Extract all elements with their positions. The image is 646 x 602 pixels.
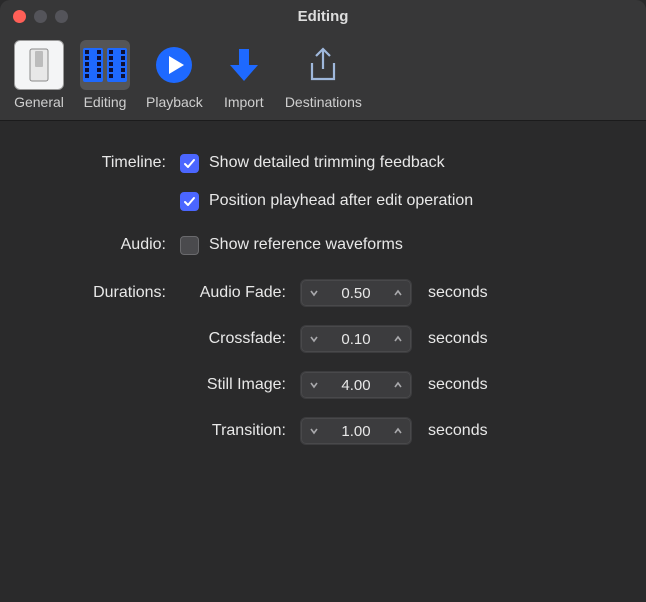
checkbox-reference-waveforms-label: Show reference waveforms [209,236,403,254]
checkbox-position-playhead-label: Position playhead after edit operation [209,192,473,210]
crossfade-stepper[interactable]: 0.10 [300,325,412,353]
transition-label: Transition: [0,422,292,440]
audio-fade-label: Audio Fade: [172,284,292,302]
tab-general[interactable]: General [14,40,64,110]
audio-fade-unit: seconds [428,284,488,302]
checkbox-detailed-trimming-label: Show detailed trimming feedback [209,154,445,172]
transition-stepper[interactable]: 1.00 [300,417,412,445]
transition-value: 1.00 [327,423,385,440]
checkbox-reference-waveforms[interactable] [180,236,199,255]
chevron-up-icon[interactable] [385,288,411,298]
window-title: Editing [0,0,646,34]
tab-playback[interactable]: Playback [146,40,203,110]
close-window-button[interactable] [13,10,26,23]
crossfade-value: 0.10 [327,331,385,348]
crossfade-unit: seconds [428,330,488,348]
zoom-window-button[interactable] [55,10,68,23]
still-image-unit: seconds [428,376,488,394]
transition-unit: seconds [428,422,488,440]
chevron-up-icon[interactable] [385,380,411,390]
preferences-toolbar: General Editing Playback [0,34,646,120]
title-bar: Editing [0,0,646,34]
tab-general-label: General [14,94,64,110]
tab-editing[interactable]: Editing [80,40,130,110]
checkbox-position-playhead[interactable] [180,192,199,211]
destinations-icon [298,40,348,90]
audio-label: Audio: [0,236,172,254]
durations-label: Durations: [0,284,172,302]
crossfade-label: Crossfade: [0,330,292,348]
audio-fade-stepper[interactable]: 0.50 [300,279,412,307]
checkbox-detailed-trimming[interactable] [180,154,199,173]
still-image-label: Still Image: [0,376,292,394]
playback-icon [149,40,199,90]
chevron-up-icon[interactable] [385,426,411,436]
editing-icon [80,40,130,90]
chevron-down-icon[interactable] [301,380,327,390]
settings-content: Timeline: Show detailed trimming feedbac… [0,120,646,496]
tab-destinations-label: Destinations [285,94,362,110]
tab-playback-label: Playback [146,94,203,110]
import-icon [219,40,269,90]
chevron-down-icon[interactable] [301,288,327,298]
tab-editing-label: Editing [84,94,127,110]
still-image-stepper[interactable]: 4.00 [300,371,412,399]
audio-fade-value: 0.50 [327,285,385,302]
still-image-value: 4.00 [327,377,385,394]
tab-import-label: Import [224,94,264,110]
chevron-down-icon[interactable] [301,426,327,436]
general-icon [14,40,64,90]
chevron-down-icon[interactable] [301,334,327,344]
minimize-window-button[interactable] [34,10,47,23]
tab-destinations[interactable]: Destinations [285,40,362,110]
window-controls [13,10,68,23]
tab-import[interactable]: Import [219,40,269,110]
timeline-label: Timeline: [0,154,172,172]
chevron-up-icon[interactable] [385,334,411,344]
